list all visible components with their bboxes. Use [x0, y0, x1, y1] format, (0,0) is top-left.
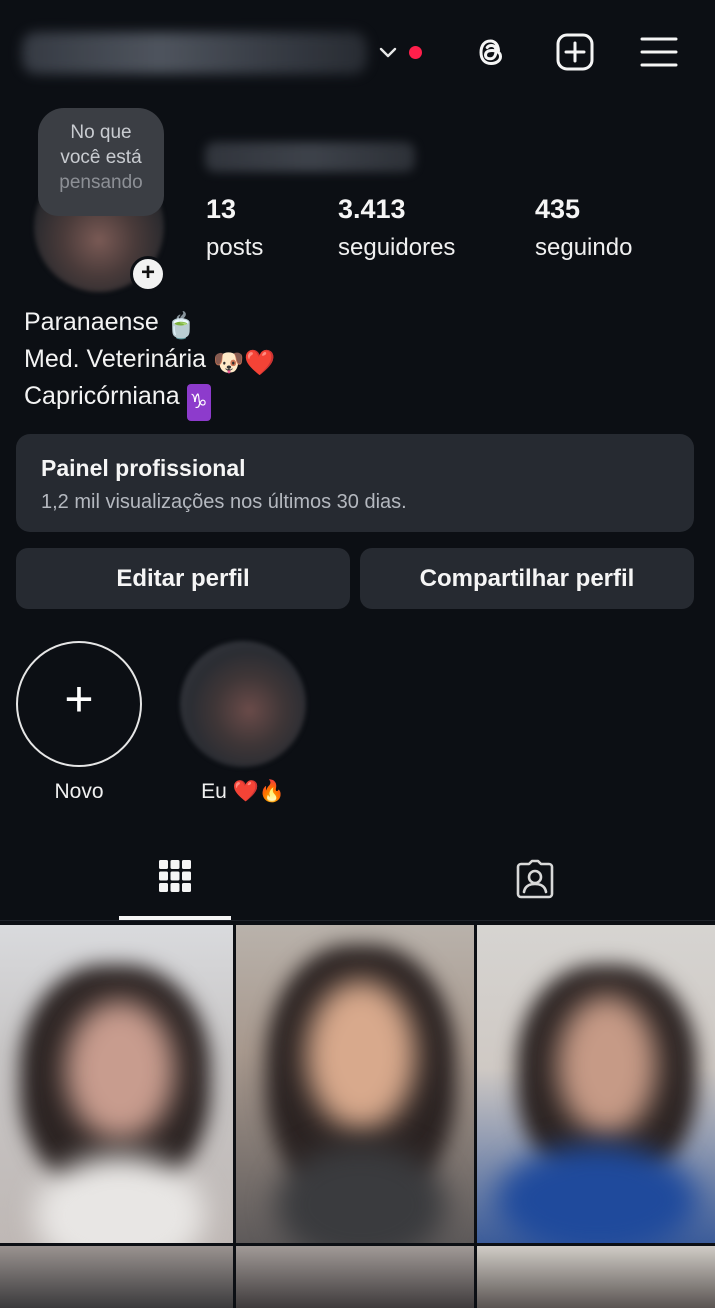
capricorn-emoji: ♑: [186, 384, 211, 421]
note-text-line: pensando: [59, 172, 143, 193]
post-thumbnail[interactable]: [477, 925, 715, 1243]
highlight-story[interactable]: [180, 641, 306, 767]
followers-label: seguidores: [338, 234, 456, 261]
bio-text: Paranaense: [24, 308, 159, 336]
highlight-label: Eu ❤️🔥: [201, 780, 285, 803]
menu-icon[interactable]: [639, 32, 679, 72]
dashboard-title: Painel profissional: [41, 455, 246, 481]
followers-stat[interactable]: 3.413 seguidores: [338, 190, 455, 267]
bio-text: Med. Veterinária: [24, 345, 207, 373]
notification-dot: [409, 46, 422, 59]
followers-count: 3.413: [338, 194, 406, 224]
bio-line-3: Capricórniana ♑: [24, 378, 211, 421]
dog-heart-emoji: 🐶❤️: [213, 349, 276, 377]
bio-text: Capricórniana: [24, 382, 180, 410]
new-highlight-button[interactable]: +: [16, 641, 142, 767]
professional-dashboard-card[interactable]: Painel profissional 1,2 mil visualizaçõe…: [16, 434, 694, 532]
tea-emoji: 🍵: [165, 312, 197, 340]
posts-label: posts: [206, 234, 264, 261]
username-title[interactable]: [22, 32, 367, 74]
post-thumbnail[interactable]: [236, 925, 474, 1243]
bio-line-2: Med. Veterinária 🐶❤️: [24, 341, 275, 382]
chevron-down-icon[interactable]: [376, 40, 400, 64]
post-thumbnail[interactable]: [0, 1246, 233, 1308]
plus-icon: +: [64, 671, 94, 727]
following-stat[interactable]: 435 seguindo: [535, 190, 632, 267]
display-name: [205, 142, 415, 172]
note-text-line: No que: [70, 122, 132, 143]
tab-divider: [0, 920, 715, 921]
bio-line-1: Paranaense 🍵: [24, 304, 197, 345]
add-story-plus-icon[interactable]: +: [130, 256, 166, 292]
post-thumbnail[interactable]: [0, 925, 233, 1243]
post-thumbnail[interactable]: [236, 1246, 474, 1308]
edit-profile-button[interactable]: Editar perfil: [16, 548, 350, 609]
post-thumbnail[interactable]: [477, 1246, 715, 1308]
threads-icon[interactable]: [471, 32, 511, 72]
posts-grid-icon[interactable]: [157, 858, 193, 894]
profile-avatar-group[interactable]: No que você está pensando +: [34, 108, 166, 292]
following-label: seguindo: [535, 234, 633, 261]
highlight-label: Novo: [54, 780, 104, 803]
dashboard-subtitle: 1,2 mil visualizações nos últimos 30 dia…: [41, 491, 407, 513]
note-text-line: você está: [60, 147, 142, 168]
following-count: 435: [535, 194, 581, 224]
posts-count: 13: [206, 194, 237, 224]
share-profile-button[interactable]: Compartilhar perfil: [360, 548, 694, 609]
note-bubble[interactable]: No que você está pensando: [38, 108, 164, 216]
posts-stat[interactable]: 13 posts: [206, 190, 263, 267]
add-post-icon[interactable]: [555, 32, 595, 72]
tagged-icon[interactable]: [514, 858, 556, 900]
